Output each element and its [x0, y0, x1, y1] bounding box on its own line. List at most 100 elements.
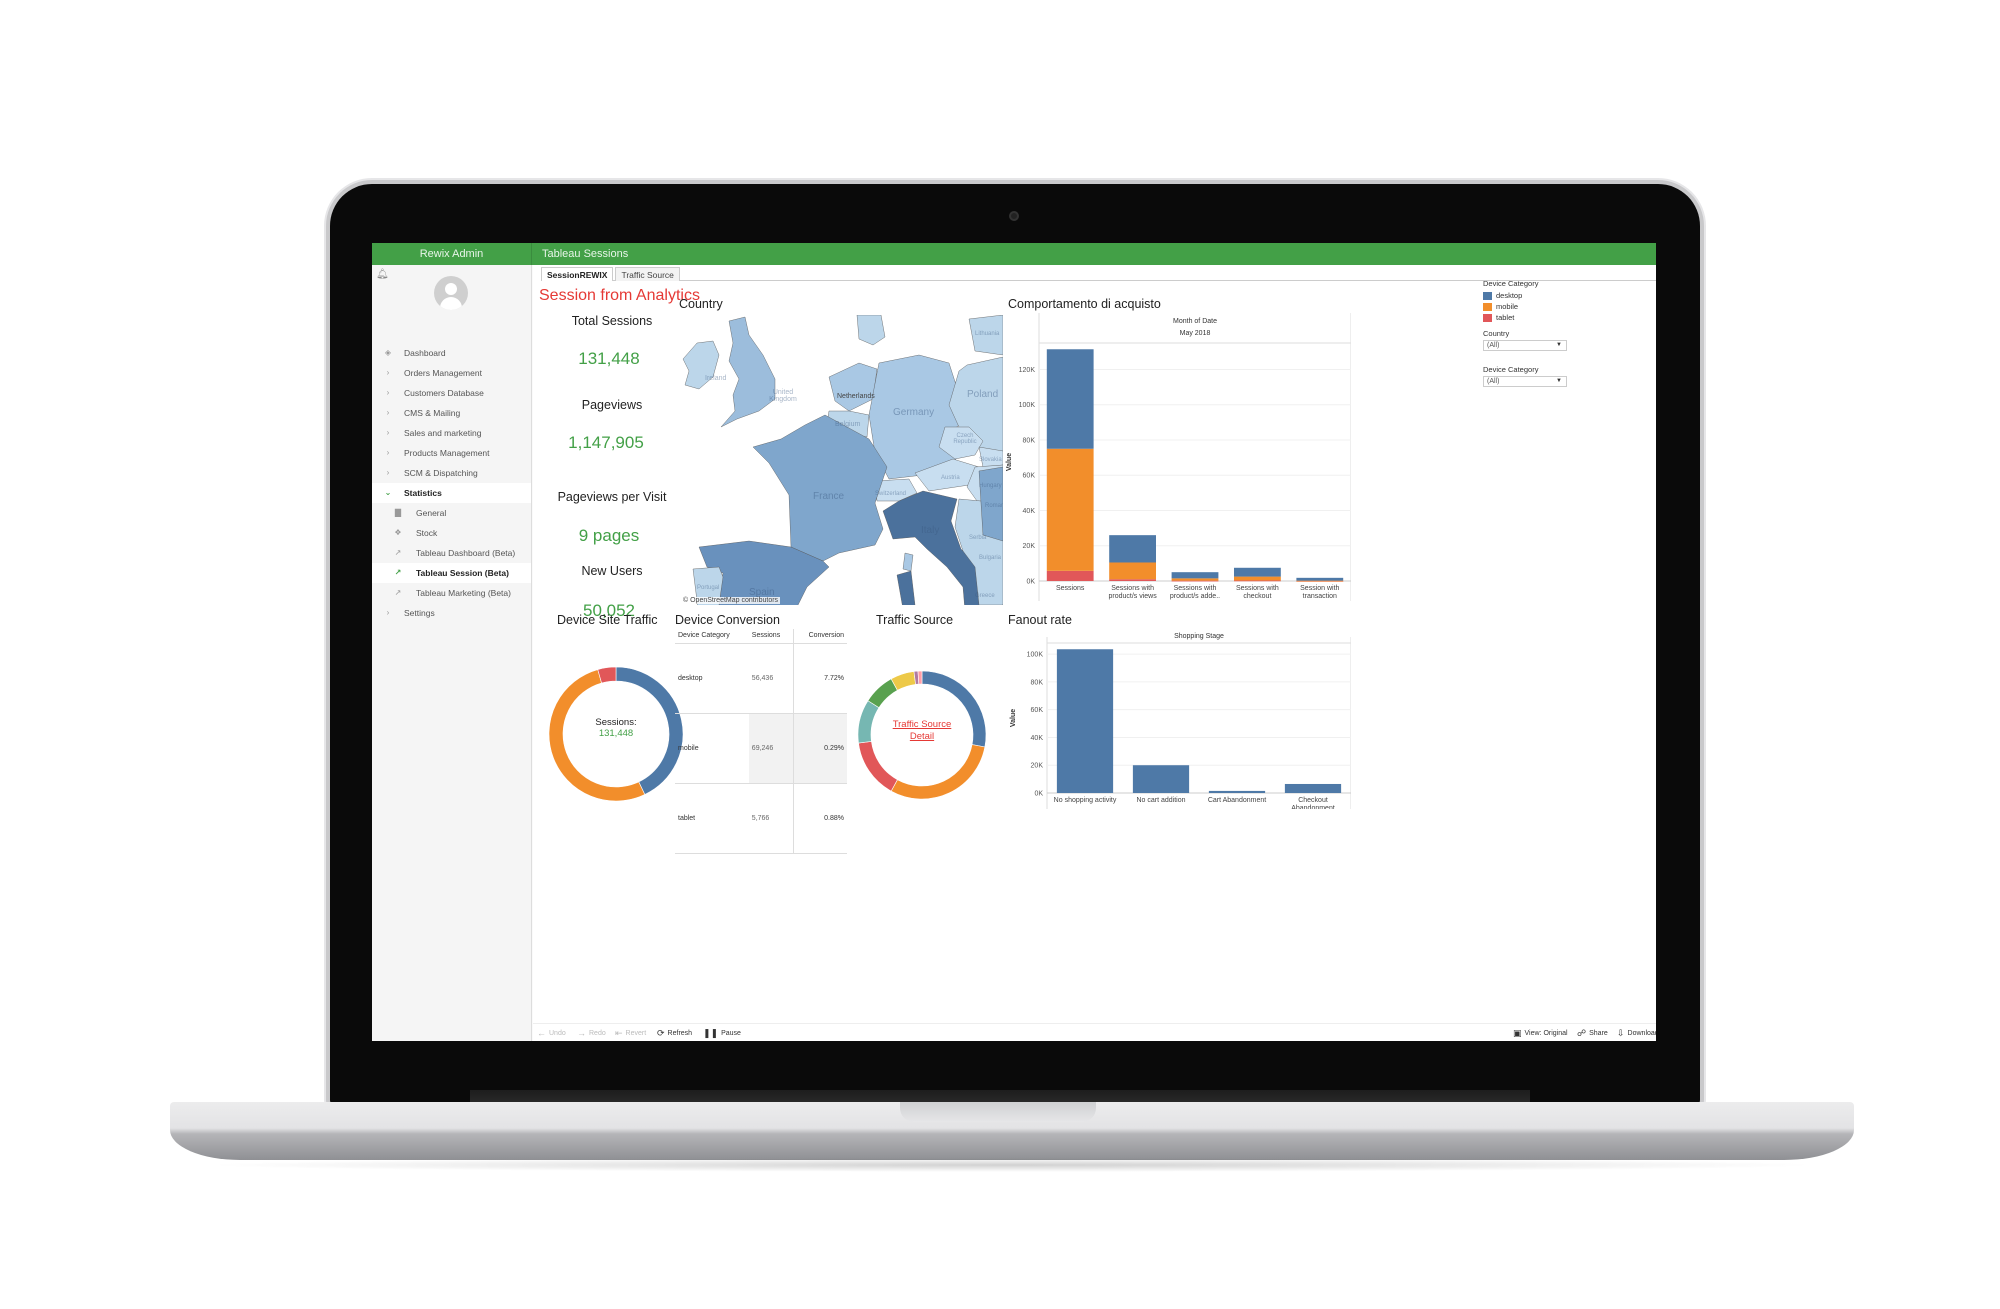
tab-traffic-source[interactable]: Traffic Source — [615, 267, 680, 281]
map-credit[interactable]: © OpenStreetMap contributors — [681, 597, 781, 604]
sidebar-item-settings[interactable]: › Settings — [372, 603, 531, 623]
chart-header-label: Shopping Stage — [1174, 633, 1224, 640]
map-label-slovakia: Slovakia — [979, 457, 1002, 463]
view-original-button[interactable]: ▣ View: Original — [1513, 1028, 1568, 1039]
table-row[interactable]: tablet 5,766 0.88% — [675, 783, 847, 854]
country-map[interactable]: Ireland United Kingdom Netherlands Belgi… — [679, 315, 1003, 605]
sidebar-item-orders-management[interactable]: › Orders Management — [372, 363, 531, 383]
bar-mobile-session-with-transaction — [1296, 580, 1344, 582]
y-tick-label: 120K — [1019, 367, 1036, 374]
sidebar: 🔔︎ ◈ Dashboard › Orders Management › Customer… — [372, 265, 532, 1041]
sidebar-item-label: CMS & Mailing — [404, 408, 461, 418]
tab-sessionrewix[interactable]: SessionREWIX — [541, 267, 614, 281]
fanout-rate-chart[interactable]: Shopping Stage 0K 20K 40K 60K 80K 100K Value No … — [1005, 629, 1351, 809]
sidebar-item-stock[interactable]: ❖ Stock — [372, 523, 531, 543]
x-tick-label: Sessions with — [1236, 585, 1279, 592]
cell-sessions: 69,246 — [748, 713, 794, 784]
undo-button[interactable]: ← Undo — [537, 1028, 566, 1038]
redo-button[interactable]: → Redo — [577, 1028, 606, 1038]
x-tick-label: No shopping activity — [1054, 797, 1117, 804]
sidebar-item-tableau-session-beta[interactable]: ↗ Tableau Session (Beta) — [372, 563, 531, 583]
traffic-source-detail-link[interactable]: Traffic Source Detail — [877, 719, 967, 743]
sidebar-item-tableau-dashboard-beta[interactable]: ↗ Tableau Dashboard (Beta) — [372, 543, 531, 563]
bar-tablet-sessions-with-product-s-adde — [1171, 580, 1219, 582]
chevron-right-icon: › — [386, 368, 390, 377]
map-label-germany: Germany — [893, 407, 935, 418]
sidebar-item-products-management[interactable]: › Products Management — [372, 443, 531, 463]
pause-button[interactable]: ❚❚ Pause — [703, 1028, 741, 1039]
sidebar-item-label: Orders Management — [404, 368, 482, 378]
cube-icon: ◈ — [384, 348, 392, 357]
x-tick-label: product/s adde.. — [1170, 593, 1220, 600]
map-label-greece: Greece — [975, 593, 995, 599]
country-filter-select[interactable]: (All) ▼ — [1483, 340, 1567, 351]
table-row[interactable]: mobile 69,246 0.29% — [675, 713, 847, 784]
bar-tablet-sessions-with-product-s-views — [1109, 579, 1156, 581]
view-icon: ▣ — [1513, 1028, 1522, 1038]
sidebar-item-cms-mailing[interactable]: › CMS & Mailing — [372, 403, 531, 423]
sidebar-item-customers-database[interactable]: › Customers Database — [372, 383, 531, 403]
bar-desktop-sessions-with-product-s-views — [1109, 535, 1156, 563]
column-header-sessions[interactable]: Sessions — [748, 629, 794, 644]
device-conversion-table: Device Category Sessions Conversion desk… — [675, 629, 847, 854]
y-tick-label: 80K — [1031, 679, 1044, 686]
legend-item-mobile[interactable]: mobile — [1483, 301, 1583, 312]
bar-mobile-sessions — [1046, 448, 1094, 571]
map-label-united-kingdom: United Kingdom — [769, 389, 797, 403]
sidebar-item-label: Sales and marketing — [404, 428, 482, 438]
map-label-belgium: Belgium — [835, 421, 861, 428]
sidebar-item-sales-and-marketing[interactable]: › Sales and marketing — [372, 423, 531, 443]
traffic-source-title: Traffic Source — [876, 613, 954, 627]
map-label-bulgaria: Bulgaria — [979, 555, 1002, 561]
sidebar-item-label: Tableau Session (Beta) — [416, 568, 509, 578]
sidebar-item-label: Settings — [404, 608, 435, 618]
kpi-value-pageviews: 1,147,905 — [568, 433, 644, 452]
cell-conversion: 7.72% — [792, 643, 847, 714]
refresh-button[interactable]: ⟳ Refresh — [657, 1028, 692, 1039]
share-button[interactable]: ☍ Share — [1577, 1028, 1608, 1039]
avatar[interactable] — [434, 276, 468, 310]
donut-center-label: Sessions: 131,448 — [576, 717, 656, 739]
chevron-right-icon: › — [386, 608, 390, 617]
bar-value-checkout-abandonment — [1284, 783, 1342, 793]
map-label-romania: Romania — [985, 503, 1003, 509]
bar-value-no-cart-addition — [1132, 765, 1190, 793]
revert-button[interactable]: ⇤ Revert — [615, 1028, 646, 1039]
filter-label-country: Country — [1483, 329, 1510, 338]
legend-item-desktop[interactable]: desktop — [1483, 290, 1583, 301]
bar-desktop-sessions — [1046, 349, 1094, 449]
tableau-toolbar: ← Undo → Redo ⇤ Revert ⟳ Refresh ❚❚ Pause ▣ Vi… — [533, 1023, 1656, 1041]
purchase-behavior-chart[interactable]: Month of Date May 2018 0K 20K 40K 60K 80K 100K 1… — [1005, 313, 1351, 607]
x-tick-label: Sessions — [1056, 585, 1085, 592]
donut-slice-source-4 — [857, 700, 880, 744]
map-label-serbia: Serbia — [969, 535, 987, 541]
cell-conversion: 0.29% — [792, 713, 847, 784]
device-category-filter-select[interactable]: (All) ▼ — [1483, 376, 1567, 387]
sidebar-item-dashboard[interactable]: ◈ Dashboard — [372, 343, 531, 363]
legend-swatch-desktop — [1483, 291, 1492, 300]
donut-slice-source-5 — [867, 678, 898, 709]
legend-item-tablet[interactable]: tablet — [1483, 312, 1583, 323]
sidebar-item-scm-dispatching[interactable]: › SCM & Dispatching — [372, 463, 531, 483]
line-chart-icon: ↗ — [394, 548, 402, 557]
column-header-device-category[interactable]: Device Category — [675, 629, 749, 644]
bar-tablet-sessions — [1046, 570, 1094, 581]
sidebar-item-statistics[interactable]: ⌄ Statistics — [372, 483, 531, 503]
y-tick-label: 0K — [1026, 579, 1035, 586]
sidebar-item-general[interactable]: ▇ General — [372, 503, 531, 523]
brand-label[interactable]: Rewix Admin — [372, 243, 532, 265]
y-tick-label: 0K — [1034, 791, 1043, 798]
x-tick-label: Session with — [1300, 585, 1339, 592]
legend-filter-panel: Device Category desktop mobile tablet Co… — [1483, 279, 1583, 387]
laptop-opening-notch — [900, 1102, 1096, 1122]
bell-icon[interactable]: 🔔︎ — [376, 269, 389, 280]
purchase-behavior-title: Comportamento di acquisto — [1008, 297, 1161, 311]
sidebar-item-tableau-marketing-beta[interactable]: ↗ Tableau Marketing (Beta) — [372, 583, 531, 603]
table-row[interactable]: desktop 56,436 7.72% — [675, 643, 847, 714]
bar-tablet-sessions-with-checkout — [1234, 580, 1281, 582]
download-button[interactable]: ⇩ Download — [1617, 1028, 1656, 1039]
legend-swatch-tablet — [1483, 313, 1492, 322]
line-chart-icon: ↗ — [394, 588, 402, 597]
column-header-conversion[interactable]: Conversion — [792, 629, 847, 644]
chevron-down-icon: ⌄ — [384, 488, 392, 497]
